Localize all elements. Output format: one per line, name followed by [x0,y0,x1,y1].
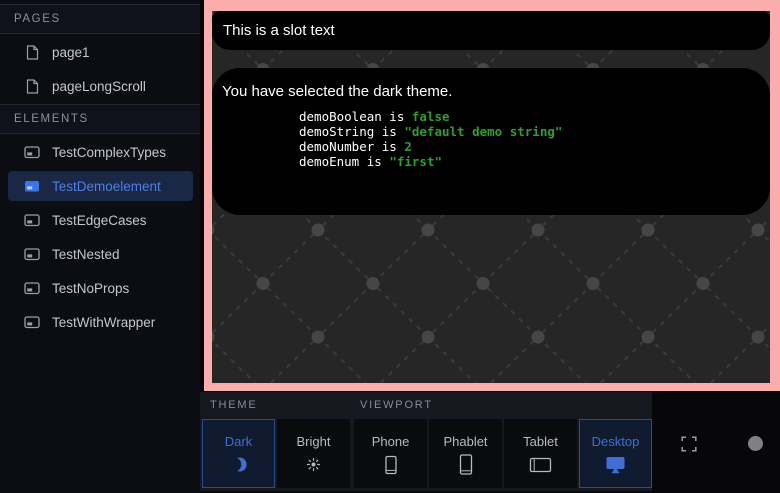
theme-dark-label: Dark [225,434,252,449]
code-value: "first" [389,154,442,169]
theme-message: You have selected the dark theme. [222,83,760,100]
page-icon [24,45,40,60]
code-line: demoBoolean is false [299,109,450,124]
sidebar-item-testnoprops[interactable]: TestNoProps [0,271,200,305]
sidebar-item-label: page1 [52,45,90,60]
element-icon [24,146,40,159]
viewport-phablet-label: Phablet [443,434,487,449]
sidebar-section-pages: PAGES [0,4,200,34]
phablet-icon [456,456,476,474]
sidebar-item-label: TestDemoelement [52,179,161,194]
theme-group-label: THEME [210,399,258,411]
toolbar-buttons: Dark Bright Phone [202,419,654,488]
code-value: "default demo string" [404,124,562,139]
code-line: demoEnum is "first" [299,154,442,169]
pages-list: page1 pageLongScroll [0,34,200,104]
sun-icon [305,456,322,474]
sidebar-item-label: pageLongScroll [52,79,146,94]
code-value: 2 [404,139,412,154]
sidebar-item-testcomplextypes[interactable]: TestComplexTypes [0,135,200,169]
status-dot[interactable] [748,436,763,451]
elements-list: TestComplexTypes TestDemoelement TestEdg… [0,134,200,340]
desktop-icon [605,456,626,474]
sidebar-item-testdemoelement[interactable]: TestDemoelement [8,171,193,201]
moon-icon [230,456,247,474]
slot-text-bar: This is a slot text [212,11,770,50]
theme-dark-button[interactable]: Dark [202,419,275,488]
demo-props-code: demoBoolean is false demoString is "defa… [299,109,760,169]
sidebar-item-label: TestWithWrapper [52,315,155,330]
sidebar-item-label: TestEdgeCases [52,213,147,228]
sidebar-item-label: TestComplexTypes [52,145,166,160]
page-icon [24,79,40,94]
phone-icon [381,456,401,474]
viewport-phablet-button[interactable]: Phablet [429,419,502,488]
slot-text: This is a slot text [223,22,335,39]
sidebar-item-label: TestNested [52,247,120,262]
code-line: demoString is "default demo string" [299,124,562,139]
code-line: demoNumber is 2 [299,139,412,154]
viewport-desktop-button[interactable]: Desktop [579,419,652,488]
element-icon [24,316,40,329]
preview-canvas: This is a slot text You have selected th… [212,11,770,383]
bottom-toolbar: THEME VIEWPORT Dark Bright [200,392,652,491]
viewport-phone-label: Phone [372,434,410,449]
fullscreen-icon [681,439,697,456]
theme-bright-button[interactable]: Bright [277,419,350,488]
element-icon [24,248,40,261]
sidebar: PAGES page1 pageLongScroll ELEMENTS Test… [0,0,200,493]
code-value: false [412,109,450,124]
sidebar-item-pagelongscroll[interactable]: pageLongScroll [0,69,200,103]
viewport-tablet-button[interactable]: Tablet [504,419,577,488]
sidebar-item-testnested[interactable]: TestNested [0,237,200,271]
preview-frame: This is a slot text You have selected th… [204,0,780,391]
element-icon [24,282,40,295]
sidebar-item-testedgecases[interactable]: TestEdgeCases [0,203,200,237]
viewport-phone-button[interactable]: Phone [354,419,427,488]
sidebar-item-testwithwrapper[interactable]: TestWithWrapper [0,305,200,339]
element-icon [24,214,40,227]
pages-section-label: PAGES [14,13,61,25]
element-icon-selected [24,180,40,193]
viewport-tablet-label: Tablet [523,434,558,449]
sidebar-item-page1[interactable]: page1 [0,35,200,69]
sidebar-item-label: TestNoProps [52,281,129,296]
tablet-icon [529,456,552,474]
viewport-desktop-label: Desktop [592,434,640,449]
fullscreen-button[interactable] [681,436,697,452]
theme-bright-label: Bright [297,434,331,449]
viewport-group-label: VIEWPORT [360,399,433,411]
elements-section-label: ELEMENTS [14,113,89,125]
demo-element-box: You have selected the dark theme. demoBo… [212,68,770,215]
sidebar-section-elements: ELEMENTS [0,104,200,134]
